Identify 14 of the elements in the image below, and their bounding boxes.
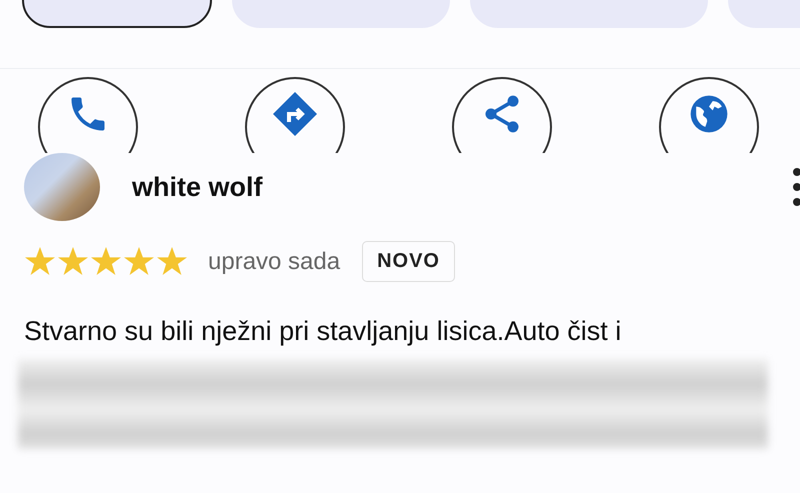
review-text: Stvarno su bili nježni pri stavljanju lisica.Auto čist i — [24, 316, 622, 347]
star-icon — [156, 246, 188, 276]
star-icon — [90, 246, 122, 276]
new-badge: NOVO — [362, 241, 455, 282]
directions-icon — [271, 90, 319, 138]
action-button[interactable] — [245, 77, 345, 153]
review-time: upravo sada — [208, 248, 340, 276]
star-icon — [24, 246, 56, 276]
more-icon[interactable] — [792, 166, 800, 208]
star-icon — [123, 246, 155, 276]
action-button[interactable] — [452, 77, 552, 153]
action-button[interactable] — [659, 77, 759, 153]
star-icon — [57, 246, 89, 276]
reviewer-name: white wolf — [132, 172, 264, 202]
